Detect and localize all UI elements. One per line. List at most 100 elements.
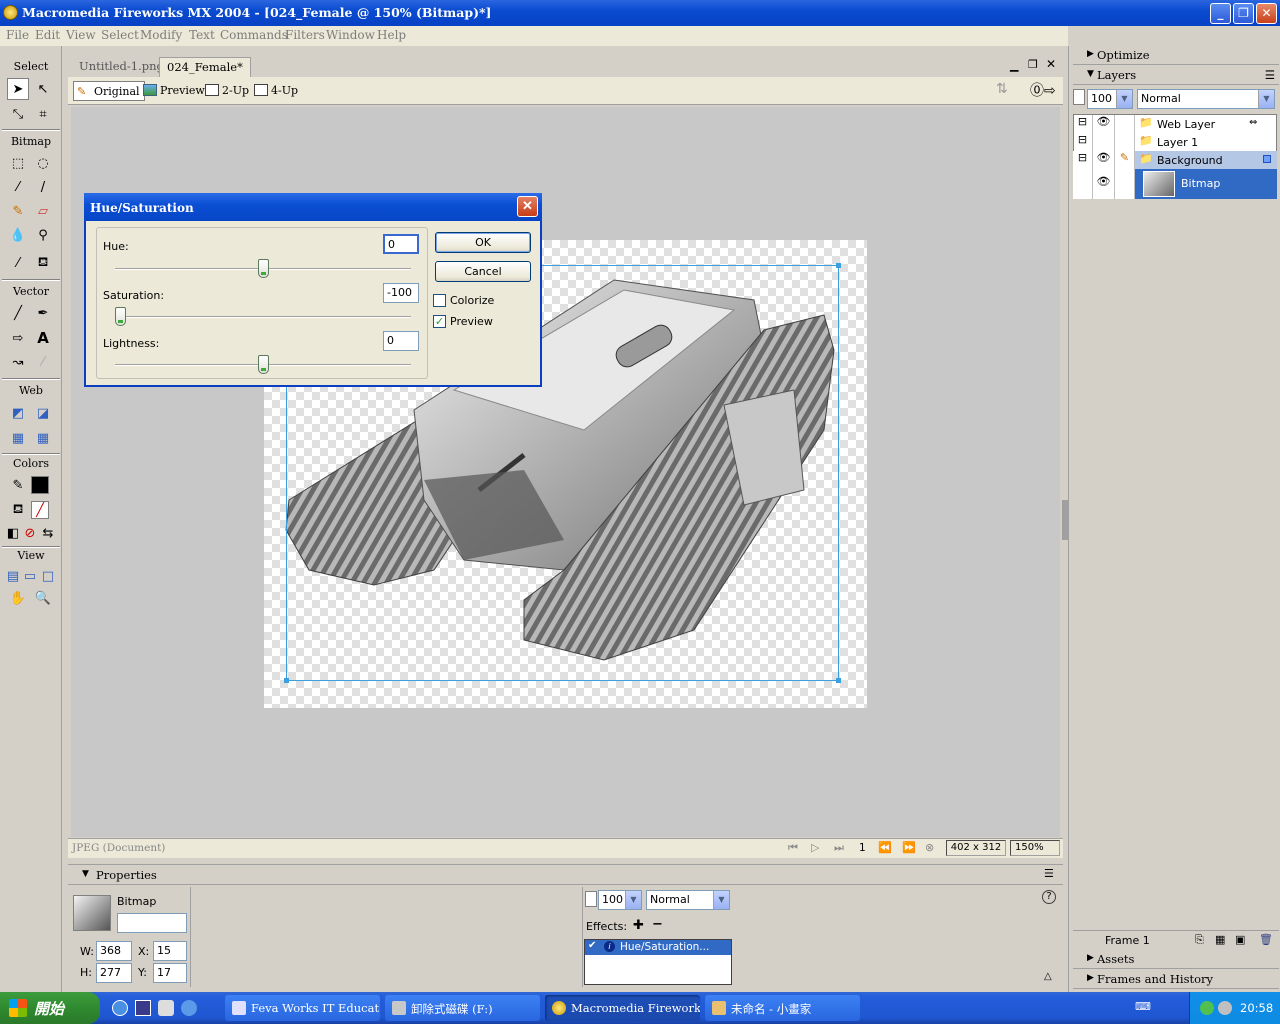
menu-select[interactable]: Select: [101, 28, 139, 42]
object-blend-select[interactable]: Normal ▼: [646, 890, 730, 910]
line-tool-icon[interactable]: ╱: [7, 302, 29, 324]
full-screen-menus-icon[interactable]: ▭: [21, 565, 39, 587]
menu-filters[interactable]: Filters: [285, 28, 325, 42]
view-original-button[interactable]: ✎ Original: [73, 81, 145, 101]
ie-quicklaunch-icon[interactable]: [112, 1000, 128, 1016]
network-tray-icon[interactable]: [1200, 1001, 1214, 1015]
pencil-icon[interactable]: ✎: [1115, 151, 1135, 169]
lock-cell[interactable]: [1115, 169, 1135, 199]
eye-icon[interactable]: 👁: [1093, 115, 1115, 133]
messenger-quicklaunch-icon[interactable]: [158, 1000, 174, 1016]
lock-cell[interactable]: [1115, 133, 1135, 151]
dialog-close-button[interactable]: ✕: [517, 196, 538, 217]
stroke-color-swatch[interactable]: [31, 476, 49, 494]
dropdown-arrow-icon[interactable]: ▼: [1116, 90, 1132, 108]
optimize-panel-header[interactable]: ▶ Optimize: [1073, 46, 1279, 65]
blur-tool-icon[interactable]: 💧: [7, 224, 29, 246]
paint-bucket-icon[interactable]: ⛾: [32, 252, 54, 274]
panel-options-icon[interactable]: ☰: [1265, 68, 1275, 82]
default-colors-icon[interactable]: ◧: [4, 522, 22, 544]
menu-help[interactable]: Help: [377, 28, 406, 42]
fill-color-icon[interactable]: ⛾: [7, 499, 29, 521]
pen-tool-icon[interactable]: ✒: [32, 302, 54, 324]
doc-minimize-icon[interactable]: ▁: [1010, 59, 1018, 72]
properties-header[interactable]: ▼ Properties ☰: [68, 865, 1063, 885]
layer-row-layer-1[interactable]: ⊟ 📁 Layer 1: [1073, 133, 1277, 151]
pointer-tool-icon[interactable]: ➤: [7, 78, 29, 100]
menu-view[interactable]: View: [66, 28, 96, 42]
quick-export-icon[interactable]: ⇅: [996, 81, 1008, 97]
object-name-field[interactable]: [117, 913, 187, 933]
magic-wand-icon[interactable]: ⁄: [7, 176, 29, 198]
menu-modify[interactable]: Modify: [140, 28, 182, 42]
fill-color-swatch[interactable]: ╱: [31, 501, 49, 519]
cancel-button[interactable]: Cancel: [435, 261, 531, 282]
collapse-panel-icon[interactable]: △: [1044, 971, 1052, 982]
assets-panel-header[interactable]: ▶ Assets: [1073, 950, 1279, 969]
standard-screen-icon[interactable]: ▤: [4, 565, 22, 587]
volume-tray-icon[interactable]: [1218, 1001, 1232, 1015]
show-slices-icon[interactable]: ▦: [32, 427, 54, 449]
rubber-stamp-icon[interactable]: ⚲: [32, 224, 54, 246]
zoom-level-select[interactable]: 150%: [1010, 840, 1060, 856]
menu-edit[interactable]: Edit: [35, 28, 60, 42]
tab-024-female[interactable]: 024_Female*: [159, 57, 251, 77]
task-removable-disk[interactable]: 卸除式磁碟 (F:): [385, 995, 540, 1021]
eye-icon[interactable]: 👁: [1093, 169, 1115, 199]
panel-options-icon[interactable]: ☰: [1044, 867, 1054, 880]
hue-slider-thumb[interactable]: [257, 259, 269, 278]
lightness-slider-thumb[interactable]: [257, 355, 269, 374]
selection-handle[interactable]: [836, 263, 841, 268]
browser-quicklaunch-icon[interactable]: [181, 1000, 197, 1016]
hue-field[interactable]: 0: [383, 234, 419, 254]
effect-row-hue-saturation[interactable]: ✔ i Hue/Saturation...: [585, 940, 731, 955]
freeform-tool-icon[interactable]: ↝: [7, 351, 29, 373]
subselection-tool-icon[interactable]: ↖: [32, 78, 54, 100]
remove-effect-icon[interactable]: −: [652, 917, 663, 932]
ok-button[interactable]: OK: [435, 232, 531, 253]
height-field[interactable]: 277: [96, 963, 132, 983]
panel-splitter[interactable]: [1062, 500, 1068, 540]
next-frame-icon[interactable]: ⏩: [902, 841, 916, 854]
selection-handle[interactable]: [836, 678, 841, 683]
restore-button[interactable]: ❐: [1233, 3, 1254, 24]
selection-handle[interactable]: [284, 678, 289, 683]
view-4up-button[interactable]: 4-Up: [251, 81, 302, 101]
delete-layer-icon[interactable]: 🗑: [1259, 933, 1273, 946]
object-row-bitmap[interactable]: 👁 Bitmap: [1073, 169, 1277, 199]
brush-tool-icon[interactable]: /: [32, 176, 54, 198]
marquee-tool-icon[interactable]: ⬚: [7, 152, 29, 174]
dropdown-arrow-icon[interactable]: ▼: [1258, 90, 1274, 108]
eraser-tool-icon[interactable]: ▱: [32, 200, 54, 222]
layer-opacity-field[interactable]: 100 ▼: [1087, 89, 1133, 109]
dropdown-arrow-icon[interactable]: ▼: [713, 891, 729, 909]
last-frame-icon[interactable]: ⏭: [834, 841, 844, 855]
help-icon[interactable]: ?: [1042, 890, 1056, 904]
saturation-field[interactable]: -100: [383, 283, 419, 303]
saturation-slider-thumb[interactable]: [115, 307, 126, 326]
menu-commands[interactable]: Commands: [220, 28, 288, 42]
new-bitmap-icon[interactable]: ▦: [1215, 933, 1225, 946]
new-sublayer-icon[interactable]: ⎘: [1195, 933, 1204, 947]
task-paint[interactable]: 未命名 - 小畫家: [705, 995, 860, 1021]
language-bar-icon[interactable]: ⌨: [1135, 1000, 1151, 1013]
rectangle-tool-icon[interactable]: ⇨: [7, 327, 29, 349]
layers-panel-header[interactable]: ▼ Layers ☰: [1073, 66, 1279, 85]
hotspot-tool-icon[interactable]: ◩: [7, 402, 29, 424]
dropdown-arrow-icon[interactable]: ▼: [625, 891, 641, 909]
eyedropper-tool-icon[interactable]: ⁄: [7, 252, 29, 274]
effect-enabled-check-icon[interactable]: ✔: [588, 940, 596, 951]
collapse-toggle-icon[interactable]: ⊟: [1073, 133, 1093, 151]
prev-frame-icon[interactable]: ⏪: [878, 841, 892, 854]
menu-text[interactable]: Text: [189, 28, 215, 42]
zoom-tool-icon[interactable]: 🔍: [32, 587, 54, 609]
slice-tool-icon[interactable]: ◪: [32, 402, 54, 424]
task-feva-works[interactable]: Feva Works IT Educat...: [225, 995, 380, 1021]
close-button[interactable]: ✕: [1256, 3, 1277, 24]
collapse-toggle-icon[interactable]: ⊟: [1073, 151, 1093, 169]
crop-tool-icon[interactable]: ⌗: [32, 103, 54, 125]
add-mask-icon[interactable]: ▣: [1235, 933, 1245, 946]
minimize-button[interactable]: _: [1210, 3, 1231, 24]
layer-blend-select[interactable]: Normal ▼: [1137, 89, 1275, 109]
view-preview-button[interactable]: Preview: [140, 81, 209, 101]
